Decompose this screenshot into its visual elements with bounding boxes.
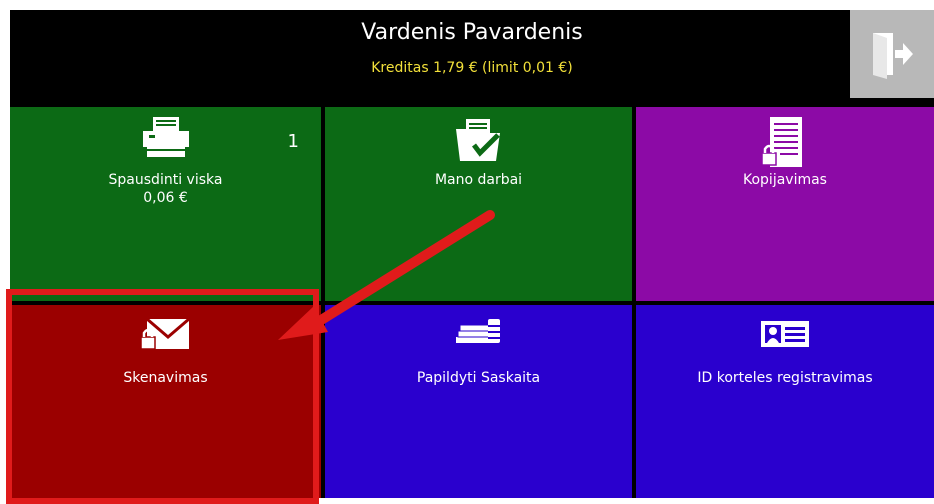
locked-envelope-icon [139, 317, 190, 350]
user-name: Vardenis Pavardenis [361, 20, 583, 45]
tile-id-card-registration[interactable]: ID korteles registravimas [636, 305, 934, 498]
kiosk-screen: Vardenis Pavardenis Kreditas 1,79 € (lim… [10, 10, 934, 498]
folder-check-icon [455, 119, 500, 161]
job-count-badge: 1 [287, 131, 299, 152]
tile-label: Spausdinti viska [108, 172, 223, 188]
tile-scanning[interactable]: Skenavimas [10, 305, 321, 498]
tile-print-all[interactable]: 1 Spausdinti viska 0,06 € [10, 107, 321, 301]
logout-icon [873, 33, 913, 79]
tile-label: Mano darbai [434, 172, 523, 188]
tile-label: Papildyti Saskaita [416, 370, 541, 386]
tile-label: Skenavimas [123, 370, 208, 386]
logout-button[interactable] [850, 10, 934, 98]
tile-label: ID korteles registravimas [697, 370, 873, 386]
tile-my-jobs[interactable]: Mano darbai [325, 107, 632, 301]
printer-icon [142, 117, 189, 157]
print-cost: 0,06 € [143, 190, 188, 206]
tile-top-up-account[interactable]: Papildyti Saskaita [325, 305, 632, 498]
id-card-icon [761, 321, 809, 347]
tile-label: Kopijavimas [743, 172, 827, 188]
credit-balance: Kreditas 1,79 € (limit 0,01 €) [371, 60, 573, 76]
header: Vardenis Pavardenis Kreditas 1,79 € (lim… [10, 10, 934, 107]
money-stack-icon [455, 319, 500, 343]
locked-document-icon [761, 117, 802, 167]
tile-copying[interactable]: Kopijavimas [636, 107, 934, 301]
